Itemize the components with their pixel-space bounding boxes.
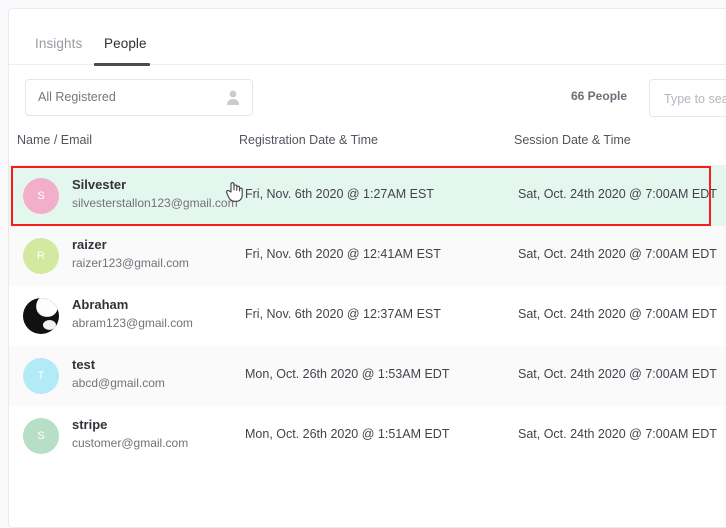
person-email: abram123@gmail.com — [72, 316, 193, 330]
registration-filter-label: All Registered — [38, 90, 116, 104]
people-count: 66 People — [571, 89, 628, 103]
session-date: Sat, Oct. 24th 2020 @ 7:00AM EDT — [518, 367, 717, 381]
avatar: T — [23, 358, 59, 394]
person-email: abcd@gmail.com — [72, 376, 165, 390]
avatar-photo-shape — [33, 298, 59, 320]
avatar: S — [23, 178, 59, 214]
session-date: Sat, Oct. 24th 2020 @ 7:00AM EDT — [518, 247, 717, 261]
registration-date: Fri, Nov. 6th 2020 @ 12:37AM EST — [245, 307, 441, 321]
person-name: Abraham — [72, 297, 129, 312]
registration-date: Fri, Nov. 6th 2020 @ 12:41AM EST — [245, 247, 441, 261]
search-box[interactable] — [649, 79, 726, 118]
table-row[interactable]: Abraham abram123@gmail.com Fri, Nov. 6th… — [9, 286, 726, 346]
avatar: R — [23, 238, 59, 274]
person-email: customer@gmail.com — [72, 436, 189, 450]
tab-people[interactable]: People — [104, 36, 147, 51]
person-email: raizer123@gmail.com — [72, 256, 189, 270]
avatar — [23, 298, 59, 334]
people-panel: Insights People All Registered 66 People… — [8, 8, 726, 528]
toolbar: All Registered 66 People — [9, 65, 726, 133]
table-header: Name / Email Registration Date & Time Se… — [9, 133, 726, 166]
avatar-photo-shape-secondary — [43, 320, 56, 330]
table-row[interactable]: T test abcd@gmail.com Mon, Oct. 26th 202… — [9, 346, 726, 406]
person-icon — [226, 89, 240, 107]
tab-bar: Insights People — [9, 9, 726, 66]
column-header-name-email: Name / Email — [17, 133, 93, 147]
search-input[interactable] — [662, 80, 726, 118]
person-name: Silvester — [72, 177, 127, 192]
avatar: S — [23, 418, 59, 454]
person-name: raizer — [72, 237, 107, 252]
person-name: stripe — [72, 417, 108, 432]
session-date: Sat, Oct. 24th 2020 @ 7:00AM EDT — [518, 427, 717, 441]
tab-insights[interactable]: Insights — [35, 36, 82, 51]
person-email: silvesterstallon123@gmail.com — [72, 196, 238, 210]
registration-date: Fri, Nov. 6th 2020 @ 1:27AM EST — [245, 187, 434, 201]
session-date: Sat, Oct. 24th 2020 @ 7:00AM EDT — [518, 187, 717, 201]
table-row[interactable]: S Silvester silvesterstallon123@gmail.co… — [9, 166, 726, 226]
table-row[interactable]: R raizer raizer123@gmail.com Fri, Nov. 6… — [9, 226, 726, 286]
table-row[interactable]: S stripe customer@gmail.com Mon, Oct. 26… — [9, 406, 726, 466]
registration-date: Mon, Oct. 26th 2020 @ 1:51AM EDT — [245, 427, 450, 441]
registration-filter-dropdown[interactable]: All Registered — [25, 79, 253, 116]
registration-date: Mon, Oct. 26th 2020 @ 1:53AM EDT — [245, 367, 450, 381]
session-date: Sat, Oct. 24th 2020 @ 7:00AM EDT — [518, 307, 717, 321]
pointing-hand-cursor-icon — [225, 180, 243, 202]
column-header-session-date: Session Date & Time — [514, 133, 631, 147]
column-header-registration-date: Registration Date & Time — [239, 133, 378, 147]
person-name: test — [72, 357, 96, 372]
